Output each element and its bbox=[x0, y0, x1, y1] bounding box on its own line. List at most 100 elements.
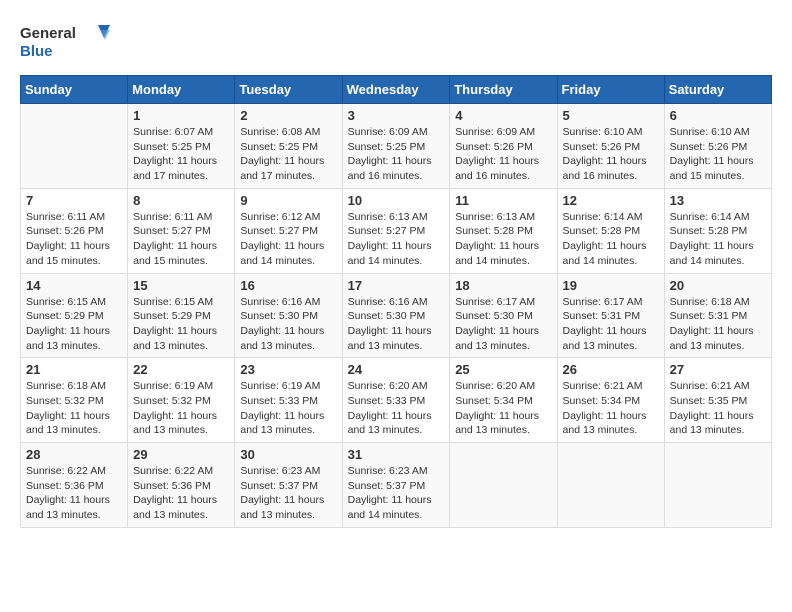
calendar-cell: 31 Sunrise: 6:23 AMSunset: 5:37 PMDayligh… bbox=[342, 443, 450, 528]
calendar-cell: 20 Sunrise: 6:18 AMSunset: 5:31 PMDayligh… bbox=[664, 273, 771, 358]
day-info: Sunrise: 6:20 AMSunset: 5:33 PMDaylight:… bbox=[348, 379, 445, 438]
day-number: 9 bbox=[240, 193, 336, 208]
day-number: 1 bbox=[133, 108, 229, 123]
day-number: 12 bbox=[563, 193, 659, 208]
calendar-cell: 7 Sunrise: 6:11 AMSunset: 5:26 PMDaylight… bbox=[21, 188, 128, 273]
day-number: 10 bbox=[348, 193, 445, 208]
header-wednesday: Wednesday bbox=[342, 76, 450, 104]
day-info: Sunrise: 6:22 AMSunset: 5:36 PMDaylight:… bbox=[133, 464, 229, 523]
svg-text:General: General bbox=[20, 25, 76, 42]
logo: General Blue bbox=[20, 20, 110, 65]
calendar-cell: 26Sunrise: 6:21 AMSunset: 5:34 PMDayligh… bbox=[557, 358, 664, 443]
calendar-cell bbox=[21, 104, 128, 189]
day-info: Sunrise: 6:13 AMSunset: 5:28 PMDaylight:… bbox=[455, 210, 551, 269]
day-info: Sunrise: 6:16 AMSunset: 5:30 PMDaylight:… bbox=[240, 295, 336, 354]
calendar-cell: 11 Sunrise: 6:13 AMSunset: 5:28 PMDayligh… bbox=[450, 188, 557, 273]
calendar-cell: 24 Sunrise: 6:20 AMSunset: 5:33 PMDayligh… bbox=[342, 358, 450, 443]
day-number: 3 bbox=[348, 108, 445, 123]
day-info: Sunrise: 6:12 AMSunset: 5:27 PMDaylight:… bbox=[240, 210, 336, 269]
day-info: Sunrise: 6:08 AMSunset: 5:25 PMDaylight:… bbox=[240, 125, 336, 184]
calendar-cell bbox=[557, 443, 664, 528]
svg-text:Blue: Blue bbox=[20, 43, 53, 60]
calendar-cell: 19 Sunrise: 6:17 AMSunset: 5:31 PMDayligh… bbox=[557, 273, 664, 358]
day-info: Sunrise: 6:07 AMSunset: 5:25 PMDaylight:… bbox=[133, 125, 229, 184]
calendar-cell bbox=[450, 443, 557, 528]
day-info: Sunrise: 6:13 AMSunset: 5:27 PMDaylight:… bbox=[348, 210, 445, 269]
week-row-3: 14 Sunrise: 6:15 AMSunset: 5:29 PMDayligh… bbox=[21, 273, 772, 358]
calendar-cell: 5 Sunrise: 6:10 AMSunset: 5:26 PMDaylight… bbox=[557, 104, 664, 189]
calendar-cell: 13 Sunrise: 6:14 AMSunset: 5:28 PMDayligh… bbox=[664, 188, 771, 273]
day-number: 15 bbox=[133, 278, 229, 293]
day-number: 16 bbox=[240, 278, 336, 293]
day-number: 27 bbox=[670, 362, 766, 377]
day-number: 21 bbox=[26, 362, 122, 377]
header-monday: Monday bbox=[128, 76, 235, 104]
day-info: Sunrise: 6:19 AMSunset: 5:33 PMDaylight:… bbox=[240, 379, 336, 438]
week-row-4: 21Sunrise: 6:18 AMSunset: 5:32 PMDayligh… bbox=[21, 358, 772, 443]
day-info: Sunrise: 6:23 AMSunset: 5:37 PMDaylight:… bbox=[240, 464, 336, 523]
calendar-cell: 16 Sunrise: 6:16 AMSunset: 5:30 PMDayligh… bbox=[235, 273, 342, 358]
calendar-cell: 25 Sunrise: 6:20 AMSunset: 5:34 PMDayligh… bbox=[450, 358, 557, 443]
day-number: 5 bbox=[563, 108, 659, 123]
day-number: 11 bbox=[455, 193, 551, 208]
day-number: 31 bbox=[348, 447, 445, 462]
day-number: 26 bbox=[563, 362, 659, 377]
day-info: Sunrise: 6:17 AMSunset: 5:30 PMDaylight:… bbox=[455, 295, 551, 354]
header-thursday: Thursday bbox=[450, 76, 557, 104]
calendar-cell: 21Sunrise: 6:18 AMSunset: 5:32 PMDayligh… bbox=[21, 358, 128, 443]
day-number: 23 bbox=[240, 362, 336, 377]
calendar-cell: 29 Sunrise: 6:22 AMSunset: 5:36 PMDayligh… bbox=[128, 443, 235, 528]
calendar-cell: 28Sunrise: 6:22 AMSunset: 5:36 PMDayligh… bbox=[21, 443, 128, 528]
week-row-1: 1 Sunrise: 6:07 AMSunset: 5:25 PMDaylight… bbox=[21, 104, 772, 189]
day-info: Sunrise: 6:15 AMSunset: 5:29 PMDaylight:… bbox=[133, 295, 229, 354]
day-info: Sunrise: 6:11 AMSunset: 5:26 PMDaylight:… bbox=[26, 210, 122, 269]
day-info: Sunrise: 6:15 AMSunset: 5:29 PMDaylight:… bbox=[26, 295, 122, 354]
day-info: Sunrise: 6:10 AMSunset: 5:26 PMDaylight:… bbox=[563, 125, 659, 184]
day-info: Sunrise: 6:17 AMSunset: 5:31 PMDaylight:… bbox=[563, 295, 659, 354]
calendar-cell: 6 Sunrise: 6:10 AMSunset: 5:26 PMDaylight… bbox=[664, 104, 771, 189]
calendar-cell: 10 Sunrise: 6:13 AMSunset: 5:27 PMDayligh… bbox=[342, 188, 450, 273]
calendar-header-row: SundayMondayTuesdayWednesdayThursdayFrid… bbox=[21, 76, 772, 104]
day-info: Sunrise: 6:23 AMSunset: 5:37 PMDaylight:… bbox=[348, 464, 445, 523]
day-number: 30 bbox=[240, 447, 336, 462]
day-info: Sunrise: 6:22 AMSunset: 5:36 PMDaylight:… bbox=[26, 464, 122, 523]
day-number: 6 bbox=[670, 108, 766, 123]
calendar-cell: 14 Sunrise: 6:15 AMSunset: 5:29 PMDayligh… bbox=[21, 273, 128, 358]
day-info: Sunrise: 6:19 AMSunset: 5:32 PMDaylight:… bbox=[133, 379, 229, 438]
day-info: Sunrise: 6:16 AMSunset: 5:30 PMDaylight:… bbox=[348, 295, 445, 354]
calendar-cell: 9 Sunrise: 6:12 AMSunset: 5:27 PMDaylight… bbox=[235, 188, 342, 273]
week-row-2: 7 Sunrise: 6:11 AMSunset: 5:26 PMDaylight… bbox=[21, 188, 772, 273]
day-number: 8 bbox=[133, 193, 229, 208]
calendar-cell: 23 Sunrise: 6:19 AMSunset: 5:33 PMDayligh… bbox=[235, 358, 342, 443]
calendar-cell: 30 Sunrise: 6:23 AMSunset: 5:37 PMDayligh… bbox=[235, 443, 342, 528]
day-info: Sunrise: 6:11 AMSunset: 5:27 PMDaylight:… bbox=[133, 210, 229, 269]
week-row-5: 28Sunrise: 6:22 AMSunset: 5:36 PMDayligh… bbox=[21, 443, 772, 528]
day-info: Sunrise: 6:10 AMSunset: 5:26 PMDaylight:… bbox=[670, 125, 766, 184]
calendar-cell: 17Sunrise: 6:16 AMSunset: 5:30 PMDayligh… bbox=[342, 273, 450, 358]
calendar-cell: 27 Sunrise: 6:21 AMSunset: 5:35 PMDayligh… bbox=[664, 358, 771, 443]
day-number: 19 bbox=[563, 278, 659, 293]
calendar-cell: 1 Sunrise: 6:07 AMSunset: 5:25 PMDaylight… bbox=[128, 104, 235, 189]
day-number: 13 bbox=[670, 193, 766, 208]
day-number: 7 bbox=[26, 193, 122, 208]
day-number: 24 bbox=[348, 362, 445, 377]
calendar-cell bbox=[664, 443, 771, 528]
day-number: 22 bbox=[133, 362, 229, 377]
day-number: 25 bbox=[455, 362, 551, 377]
calendar-cell: 15 Sunrise: 6:15 AMSunset: 5:29 PMDayligh… bbox=[128, 273, 235, 358]
day-info: Sunrise: 6:20 AMSunset: 5:34 PMDaylight:… bbox=[455, 379, 551, 438]
day-number: 20 bbox=[670, 278, 766, 293]
day-info: Sunrise: 6:14 AMSunset: 5:28 PMDaylight:… bbox=[670, 210, 766, 269]
calendar-cell: 22 Sunrise: 6:19 AMSunset: 5:32 PMDayligh… bbox=[128, 358, 235, 443]
calendar-cell: 3Sunrise: 6:09 AMSunset: 5:25 PMDaylight… bbox=[342, 104, 450, 189]
day-number: 29 bbox=[133, 447, 229, 462]
calendar-cell: 8 Sunrise: 6:11 AMSunset: 5:27 PMDaylight… bbox=[128, 188, 235, 273]
day-number: 14 bbox=[26, 278, 122, 293]
logo-svg: General Blue bbox=[20, 20, 110, 65]
day-info: Sunrise: 6:18 AMSunset: 5:31 PMDaylight:… bbox=[670, 295, 766, 354]
header-saturday: Saturday bbox=[664, 76, 771, 104]
header-friday: Friday bbox=[557, 76, 664, 104]
calendar-table: SundayMondayTuesdayWednesdayThursdayFrid… bbox=[20, 75, 772, 528]
header: General Blue bbox=[20, 20, 772, 65]
day-info: Sunrise: 6:21 AMSunset: 5:35 PMDaylight:… bbox=[670, 379, 766, 438]
